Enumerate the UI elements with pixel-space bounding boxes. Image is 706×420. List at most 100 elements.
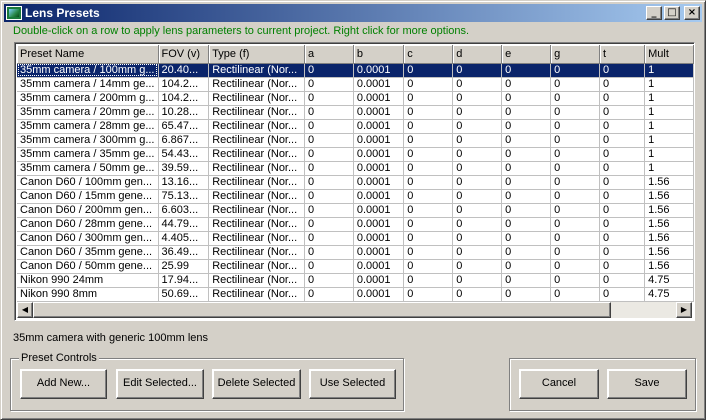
table-cell[interactable]: 1	[644, 119, 694, 134]
table-cell[interactable]: 0	[501, 161, 552, 176]
table-cell[interactable]: 0	[501, 147, 552, 162]
table-cell[interactable]: 4.75	[644, 273, 694, 288]
table-cell[interactable]: 35mm camera / 200mm g...	[17, 91, 159, 106]
table-cell[interactable]: 0	[550, 273, 600, 288]
table-cell[interactable]: 0	[403, 273, 454, 288]
scroll-track[interactable]	[33, 302, 676, 318]
table-cell[interactable]: 0	[550, 91, 600, 106]
table-cell[interactable]: 0	[599, 147, 646, 162]
scroll-right-button[interactable]: ▶	[676, 302, 692, 318]
table-cell[interactable]: 1.56	[644, 175, 694, 190]
table-cell[interactable]: 20.40...	[158, 63, 210, 78]
table-cell[interactable]: 0	[550, 287, 600, 302]
table-cell[interactable]: 0.0001	[353, 273, 405, 288]
table-cell[interactable]: 0	[452, 259, 503, 274]
table-cell[interactable]: 0	[452, 105, 503, 120]
table-cell[interactable]: 0	[452, 203, 503, 218]
table-cell[interactable]: 35mm camera / 35mm ge...	[17, 147, 159, 162]
table-cell[interactable]: 0	[550, 105, 600, 120]
column-header[interactable]: Preset Name	[17, 45, 159, 64]
table-cell[interactable]: 0.0001	[353, 217, 405, 232]
table-cell[interactable]: 0	[599, 259, 646, 274]
table-cell[interactable]: 0	[403, 105, 454, 120]
table-cell[interactable]: Rectilinear (Nor...	[208, 63, 305, 78]
table-cell[interactable]: 0	[304, 91, 354, 106]
table-cell[interactable]: 0	[304, 119, 354, 134]
table-cell[interactable]: 0	[452, 147, 503, 162]
table-cell[interactable]: 6.867...	[158, 133, 210, 148]
table-cell[interactable]: 54.43...	[158, 147, 210, 162]
table-cell[interactable]: 0.0001	[353, 189, 405, 204]
table-cell[interactable]: Rectilinear (Nor...	[208, 273, 305, 288]
table-cell[interactable]: 0	[452, 119, 503, 134]
table-cell[interactable]: 1	[644, 77, 694, 92]
maximize-button[interactable]: □	[664, 6, 680, 20]
table-cell[interactable]: 39.59...	[158, 161, 210, 176]
table-cell[interactable]: 35mm camera / 20mm ge...	[17, 105, 159, 120]
table-cell[interactable]: 0	[304, 245, 354, 260]
table-cell[interactable]: 0	[550, 217, 600, 232]
table-cell[interactable]: 0	[550, 133, 600, 148]
table-cell[interactable]: 25.99	[158, 259, 210, 274]
table-cell[interactable]: Rectilinear (Nor...	[208, 91, 305, 106]
table-cell[interactable]: 0.0001	[353, 161, 405, 176]
table-cell[interactable]: 0.0001	[353, 245, 405, 260]
table-cell[interactable]: 1.56	[644, 203, 694, 218]
table-row[interactable]: 35mm camera / 28mm ge... 65.47... Rectilin…	[17, 119, 694, 134]
table-cell[interactable]: 0	[304, 161, 354, 176]
add-new-button[interactable]: Add New...	[20, 369, 107, 399]
table-cell[interactable]: 0	[550, 245, 600, 260]
table-cell[interactable]: 0	[550, 77, 600, 92]
table-cell[interactable]: 0	[599, 231, 646, 246]
table-cell[interactable]: Canon D60 / 15mm gene...	[17, 189, 159, 204]
table-cell[interactable]: 75.13...	[158, 189, 210, 204]
table-row[interactable]: Canon D60 / 300mm gen... 4.405... Rectilin…	[17, 231, 694, 246]
column-header[interactable]: Type (f)	[208, 45, 305, 64]
table-row[interactable]: 35mm camera / 14mm ge... 104.2... Rectilin…	[17, 77, 694, 92]
table-cell[interactable]: 0	[403, 91, 454, 106]
table-cell[interactable]: 0	[403, 287, 454, 302]
table-cell[interactable]: 0	[304, 77, 354, 92]
table-cell[interactable]: 0.0001	[353, 119, 405, 134]
table-cell[interactable]: 0	[452, 273, 503, 288]
table-cell[interactable]: 0	[403, 77, 454, 92]
table-cell[interactable]: 0	[599, 175, 646, 190]
table-cell[interactable]: 0	[501, 231, 552, 246]
table-cell[interactable]: 1	[644, 91, 694, 106]
table-cell[interactable]: 0	[550, 231, 600, 246]
table-cell[interactable]: 0	[501, 105, 552, 120]
table-cell[interactable]: 0	[403, 203, 454, 218]
table-cell[interactable]: 0.0001	[353, 287, 405, 302]
table-cell[interactable]: 0	[403, 259, 454, 274]
table-cell[interactable]: Rectilinear (Nor...	[208, 217, 305, 232]
table-cell[interactable]: 0	[501, 189, 552, 204]
table-cell[interactable]: 0	[599, 217, 646, 232]
table-cell[interactable]: 0	[304, 217, 354, 232]
table-cell[interactable]: 0	[550, 147, 600, 162]
table-cell[interactable]: 44.79...	[158, 217, 210, 232]
table-cell[interactable]: 0	[304, 231, 354, 246]
table-cell[interactable]: 4.75	[644, 287, 694, 302]
table-cell[interactable]: 0.0001	[353, 63, 405, 78]
table-cell[interactable]: 0	[403, 231, 454, 246]
table-cell[interactable]: 0	[599, 119, 646, 134]
table-row[interactable]: 35mm camera / 20mm ge... 10.28... Rectilin…	[17, 105, 694, 120]
table-cell[interactable]: 0	[599, 161, 646, 176]
table-cell[interactable]: 0	[304, 287, 354, 302]
table-cell[interactable]: 0	[304, 63, 354, 78]
table-cell[interactable]: 104.2...	[158, 91, 210, 106]
table-cell[interactable]: 0.0001	[353, 133, 405, 148]
table-cell[interactable]: Canon D60 / 50mm gene...	[17, 259, 159, 274]
table-cell[interactable]: 0	[304, 133, 354, 148]
table-row[interactable]: 35mm camera / 50mm ge... 39.59... Rectilin…	[17, 161, 694, 176]
table-cell[interactable]: 0	[599, 273, 646, 288]
table-cell[interactable]: 36.49...	[158, 245, 210, 260]
table-cell[interactable]: Canon D60 / 100mm gen...	[17, 175, 159, 190]
table-row[interactable]: Nikon 990 8mm 50.69... Rectilinear (Nor...…	[17, 287, 694, 302]
table-cell[interactable]: 0.0001	[353, 105, 405, 120]
table-cell[interactable]: 0	[452, 175, 503, 190]
table-cell[interactable]: 0	[304, 259, 354, 274]
table-cell[interactable]: 0	[501, 119, 552, 134]
column-header[interactable]: g	[550, 45, 600, 64]
table-cell[interactable]: 35mm camera / 14mm ge...	[17, 77, 159, 92]
